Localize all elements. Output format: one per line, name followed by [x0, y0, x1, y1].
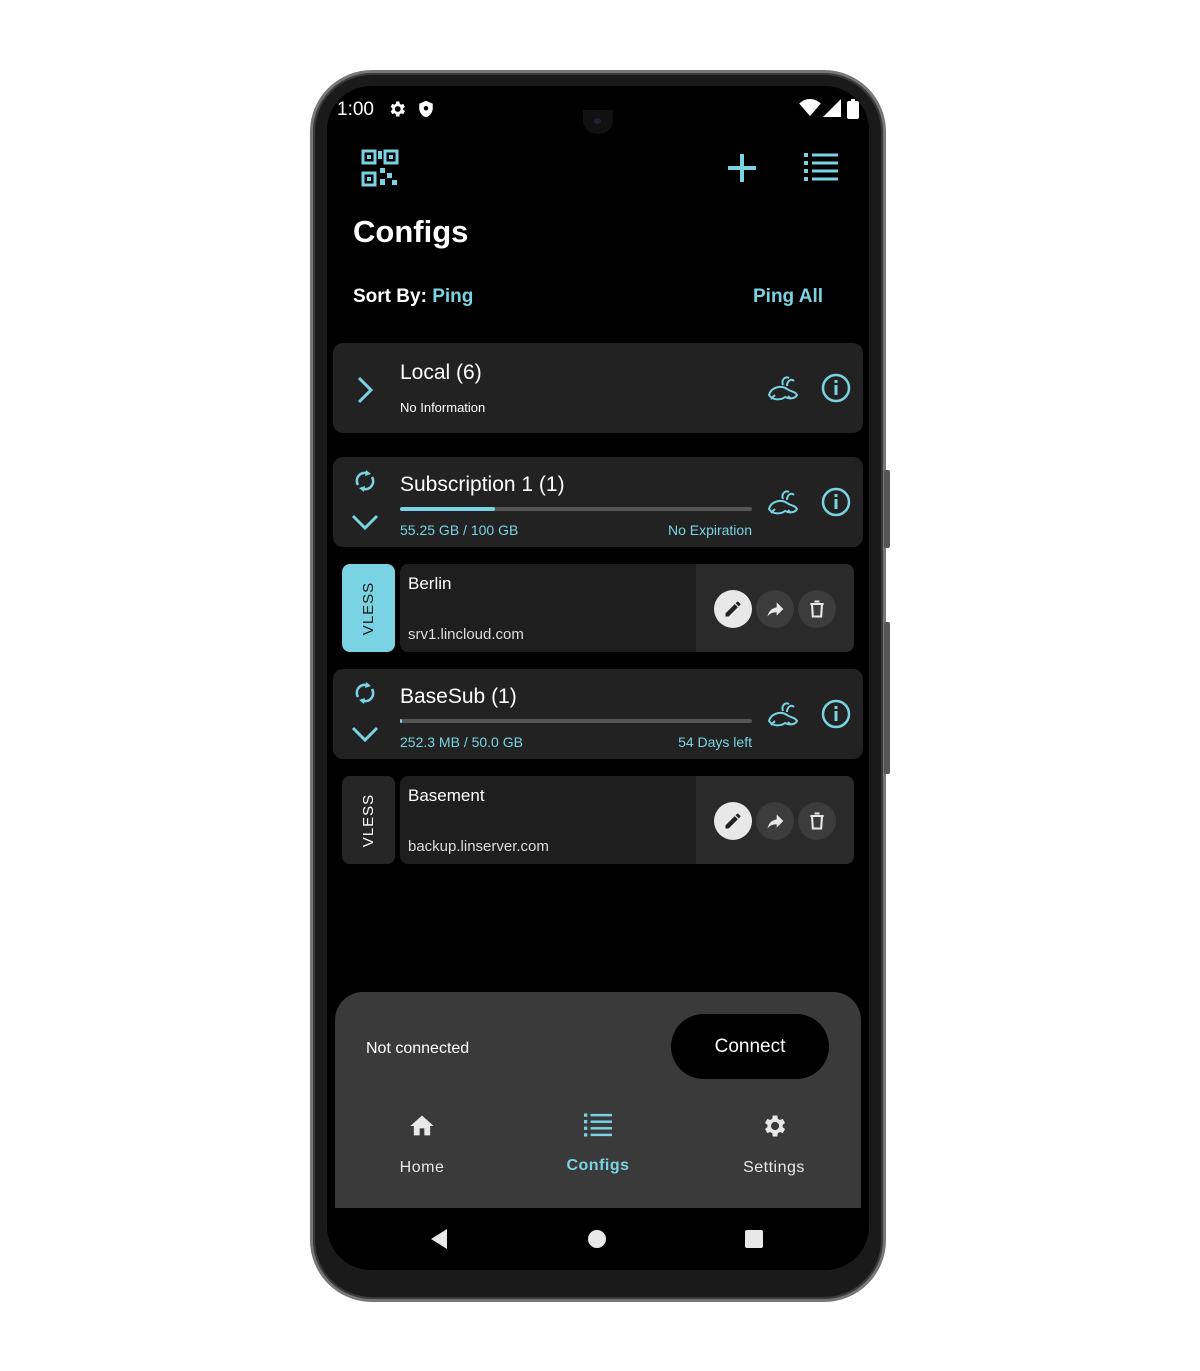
- list-icon[interactable]: [804, 152, 838, 182]
- expiry-text: No Expiration: [667, 522, 752, 538]
- sort-value[interactable]: Ping: [432, 286, 473, 307]
- recents-icon[interactable]: [744, 1229, 764, 1249]
- connect-button[interactable]: Connect: [671, 1014, 829, 1079]
- group-info: No Information: [400, 400, 486, 415]
- config-actions: [696, 564, 854, 652]
- nav-settings[interactable]: Settings: [704, 1112, 844, 1177]
- delete-button[interactable]: [798, 590, 836, 628]
- system-nav-bar: [327, 1208, 869, 1270]
- protocol-label: VLESS: [360, 581, 377, 635]
- group-basesub[interactable]: BaseSub (1) 252.3 MB / 50.0 GB 54 Days l…: [333, 669, 863, 759]
- share-button[interactable]: [756, 802, 794, 840]
- edit-button[interactable]: [714, 802, 752, 840]
- rabbit-icon[interactable]: [765, 487, 801, 519]
- chevron-down-icon[interactable]: [351, 513, 379, 531]
- share-button[interactable]: [756, 590, 794, 628]
- config-host: backup.linserver.com: [408, 838, 549, 855]
- sort-by[interactable]: Sort By: Ping: [353, 286, 473, 308]
- group-local[interactable]: Local (6) No Information: [333, 343, 863, 433]
- pencil-icon: [725, 813, 741, 829]
- home-icon: [410, 1115, 434, 1136]
- config-name: Berlin: [408, 574, 452, 593]
- config-host: srv1.lincloud.com: [408, 626, 524, 643]
- gear-icon: [765, 1115, 786, 1137]
- refresh-icon[interactable]: [353, 467, 377, 495]
- volume-button: [884, 470, 890, 548]
- nav-configs[interactable]: Configs: [528, 1112, 668, 1175]
- chevron-down-icon[interactable]: [351, 725, 379, 743]
- protocol-badge: VLESS: [342, 564, 395, 652]
- config-actions: [696, 776, 854, 864]
- signal-icon: [823, 99, 841, 117]
- nav-label: Configs: [566, 1157, 630, 1174]
- pencil-icon: [725, 601, 741, 617]
- qr-code-icon[interactable]: [360, 148, 400, 188]
- edit-button[interactable]: [714, 590, 752, 628]
- page-title: Configs: [353, 214, 469, 249]
- config-card[interactable]: Basement backup.linserver.com: [400, 776, 854, 864]
- protocol-label: VLESS: [360, 793, 377, 847]
- usage-progress-bar: [400, 719, 752, 723]
- usage-progress-fill: [400, 507, 496, 511]
- list-icon: [584, 1113, 612, 1137]
- trash-icon: [810, 600, 824, 618]
- expiry-text: 54 Days left: [678, 734, 752, 750]
- nav-label: Settings: [743, 1159, 805, 1176]
- rabbit-icon[interactable]: [765, 699, 801, 731]
- sort-label: Sort By:: [353, 286, 427, 307]
- connection-status: Not connected: [366, 1040, 470, 1057]
- usage-progress-fill: [400, 719, 402, 723]
- nav-label: Home: [399, 1159, 445, 1176]
- group-title: Subscription 1 (1): [400, 473, 565, 496]
- power-button: [884, 622, 890, 774]
- share-icon: [767, 602, 784, 617]
- plus-icon[interactable]: [726, 152, 758, 184]
- usage-text: 252.3 MB / 50.0 GB: [400, 734, 523, 750]
- share-icon: [767, 814, 784, 829]
- rabbit-icon[interactable]: [765, 373, 801, 405]
- gear-icon: [390, 101, 405, 117]
- group-title: Local (6): [400, 361, 482, 384]
- delete-button[interactable]: [798, 802, 836, 840]
- group-subscription-1[interactable]: Subscription 1 (1) 55.25 GB / 100 GB No …: [333, 457, 863, 547]
- usage-text: 55.25 GB / 100 GB: [400, 522, 519, 538]
- info-icon[interactable]: [821, 699, 851, 729]
- nav-home[interactable]: Home: [352, 1112, 492, 1177]
- usage-progress-bar: [400, 507, 752, 511]
- home-circle-icon[interactable]: [587, 1229, 607, 1249]
- config-name: Basement: [408, 786, 485, 805]
- info-icon[interactable]: [821, 373, 851, 403]
- info-icon[interactable]: [821, 487, 851, 517]
- trash-icon: [810, 812, 824, 830]
- group-title: BaseSub (1): [400, 685, 517, 708]
- shield-icon: [419, 100, 433, 118]
- screen: 1:00 Configs Sort By: Ping Ping All Loca…: [327, 86, 869, 1270]
- config-item[interactable]: VLESS Berlin srv1.lincloud.com: [342, 564, 854, 652]
- protocol-badge: VLESS: [342, 776, 395, 864]
- connection-sheet: Not connected Connect Home Configs Setti…: [335, 992, 861, 1208]
- config-item[interactable]: VLESS Basement backup.linserver.com: [342, 776, 854, 864]
- status-time: 1:00: [337, 99, 374, 120]
- ping-all-button[interactable]: Ping All: [753, 286, 823, 308]
- battery-icon: [847, 99, 859, 119]
- refresh-icon[interactable]: [353, 679, 377, 707]
- wifi-icon: [799, 99, 821, 117]
- config-card[interactable]: Berlin srv1.lincloud.com: [400, 564, 854, 652]
- back-icon[interactable]: [429, 1228, 449, 1250]
- chevron-right-icon[interactable]: [355, 376, 375, 404]
- front-camera: [583, 110, 613, 134]
